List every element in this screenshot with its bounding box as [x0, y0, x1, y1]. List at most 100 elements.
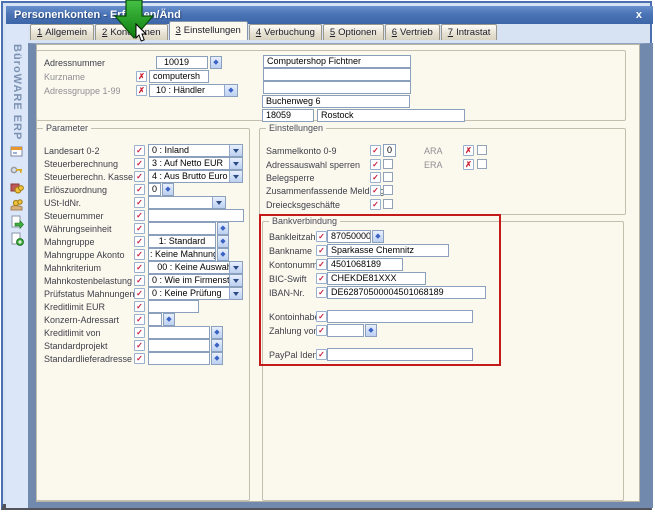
check-icon[interactable]: ✓ — [134, 171, 145, 182]
coins-icon[interactable] — [10, 181, 24, 195]
clear-icon[interactable]: ✗ — [463, 159, 474, 170]
tab-konditionen[interactable]: 2Konditionen — [95, 24, 167, 40]
tab-verbuchung[interactable]: 4Verbuchung — [249, 24, 322, 40]
check-icon[interactable]: ✓ — [134, 249, 145, 260]
check-icon[interactable]: ✓ — [134, 236, 145, 247]
ust-idnr-select[interactable] — [148, 196, 226, 209]
belegsperre-checkbox[interactable] — [383, 172, 393, 182]
check-icon[interactable]: ✓ — [370, 145, 381, 156]
check-icon[interactable]: ✓ — [134, 262, 145, 273]
chevron-down-icon[interactable] — [229, 145, 242, 156]
chevron-down-icon[interactable] — [212, 197, 225, 208]
spinner-icon[interactable]: ◆ — [365, 324, 377, 337]
check-icon[interactable]: ✓ — [370, 172, 381, 183]
check-icon[interactable]: ✓ — [134, 353, 145, 364]
spinner-icon[interactable]: ◆ — [217, 222, 229, 235]
city-input[interactable]: Rostock — [317, 109, 465, 122]
bankname-input[interactable]: Sparkasse Chemnitz — [327, 244, 449, 257]
check-icon[interactable]: ✓ — [134, 158, 145, 169]
check-icon[interactable]: ✓ — [316, 325, 327, 336]
spinner-icon[interactable]: ◆ — [217, 235, 229, 248]
spinner-icon[interactable]: ◆ — [211, 352, 223, 365]
kreditlimit-eur-input[interactable] — [148, 300, 199, 313]
tab-optionen[interactable]: 5Optionen — [323, 24, 384, 40]
chevron-down-icon[interactable] — [229, 158, 242, 169]
tab-intrastat[interactable]: 7Intrastat — [441, 24, 498, 40]
spinner-icon[interactable]: ◆ — [217, 248, 229, 261]
check-icon[interactable]: ✓ — [134, 223, 145, 234]
kontonummer-input[interactable]: 4501068189 — [327, 258, 403, 271]
check-icon[interactable]: ✓ — [316, 311, 327, 322]
chevron-down-icon[interactable] — [229, 262, 242, 273]
iban-input[interactable]: DE62870500004501068189 — [327, 286, 486, 299]
check-icon[interactable]: ✓ — [370, 199, 381, 210]
mahnkriterium-select[interactable]: 00 : Keine Auswahl — [148, 261, 243, 274]
steuerberechn-kasse-select[interactable]: 4 : Aus Brutto Euro — [148, 170, 243, 183]
check-icon[interactable]: ✓ — [134, 327, 145, 338]
clear-icon[interactable]: ✗ — [463, 145, 474, 156]
document-export-icon[interactable] — [10, 215, 24, 229]
name2-input[interactable] — [263, 68, 411, 81]
check-icon[interactable]: ✓ — [134, 210, 145, 221]
zahlung-von-input[interactable] — [327, 324, 364, 337]
bankleitzahl-input[interactable]: 87050000 — [327, 230, 371, 243]
ara-checkbox[interactable] — [477, 145, 487, 155]
street-input[interactable]: Buchenweg 6 — [262, 95, 410, 108]
spinner-icon[interactable]: ◆ — [163, 313, 175, 326]
standardprojekt-input[interactable] — [148, 339, 210, 352]
chevron-down-icon[interactable] — [229, 171, 242, 182]
standardlieferadresse-input[interactable] — [148, 352, 210, 365]
zusammenfassende-meldung-checkbox[interactable] — [383, 185, 393, 195]
mahnkostenbelastung-select[interactable]: 0 : Wie im Firmenstamm eing — [148, 274, 243, 287]
check-icon[interactable]: ✓ — [134, 301, 145, 312]
paypal-ident-input[interactable] — [327, 348, 473, 361]
zip-input[interactable]: 18059 — [262, 109, 314, 122]
check-icon[interactable]: ✓ — [370, 185, 381, 196]
check-icon[interactable]: ✓ — [316, 349, 327, 360]
check-icon[interactable]: ✓ — [134, 197, 145, 208]
tab-vertrieb[interactable]: 6Vertrieb — [385, 24, 440, 40]
check-icon[interactable]: ✓ — [134, 275, 145, 286]
spinner-icon[interactable]: ◆ — [211, 326, 223, 339]
spinner-icon[interactable]: ◆ — [162, 183, 174, 196]
check-icon[interactable]: ✓ — [316, 287, 327, 298]
tab-einstellungen[interactable]: 3Einstellungen — [169, 21, 248, 40]
spinner-icon[interactable]: ◆ — [211, 339, 223, 352]
kreditlimit-von-input[interactable] — [148, 326, 210, 339]
check-icon[interactable]: ✓ — [134, 314, 145, 325]
steuerberechnung-select[interactable]: 3 : Auf Netto EUR — [148, 157, 243, 170]
check-icon[interactable]: ✓ — [316, 245, 327, 256]
hand-coins-icon[interactable] — [10, 198, 24, 212]
name1-input[interactable]: Computershop Fichtner — [263, 55, 411, 68]
check-icon[interactable]: ✓ — [134, 340, 145, 351]
waehrungseinheit-input[interactable] — [148, 222, 216, 235]
check-icon[interactable]: ✓ — [316, 259, 327, 270]
window-icon[interactable] — [10, 145, 24, 159]
kontoinhaber-input[interactable] — [327, 310, 473, 323]
landesart-select[interactable]: 0 : Inland — [148, 144, 243, 157]
dreiecksgeschaefte-checkbox[interactable] — [383, 199, 393, 209]
check-icon[interactable]: ✓ — [134, 184, 145, 195]
sammelkonto-input[interactable]: 0 — [383, 144, 396, 157]
tab-allgemein[interactable]: 1Allgemein — [30, 24, 94, 40]
mahngruppe-akonto-input[interactable]: : Keine Mahnung — [148, 248, 216, 261]
adressauswahl-sperren-checkbox[interactable] — [383, 159, 393, 169]
mahngruppe-input[interactable]: 1: Standard — [148, 235, 216, 248]
chevron-down-icon[interactable] — [229, 288, 242, 299]
close-icon[interactable]: x — [633, 10, 645, 20]
check-icon[interactable]: ✓ — [134, 145, 145, 156]
bic-swift-input[interactable]: CHEKDE81XXX — [327, 272, 426, 285]
era-checkbox[interactable] — [477, 159, 487, 169]
pruefstatus-mahnungen-select[interactable]: 0 : Keine Prüfung — [148, 287, 243, 300]
steuernummer-input[interactable] — [148, 209, 244, 222]
check-icon[interactable]: ✓ — [316, 231, 327, 242]
erloeszuordnung-input[interactable]: 0 — [148, 183, 161, 196]
key-icon[interactable] — [10, 163, 24, 177]
check-icon[interactable]: ✓ — [134, 288, 145, 299]
name3-input[interactable] — [263, 81, 411, 94]
spinner-icon[interactable]: ◆ — [372, 230, 384, 243]
document-new-icon[interactable] — [10, 232, 24, 246]
check-icon[interactable]: ✓ — [316, 273, 327, 284]
chevron-down-icon[interactable] — [229, 275, 242, 286]
konzern-adressart-input[interactable] — [148, 313, 162, 326]
